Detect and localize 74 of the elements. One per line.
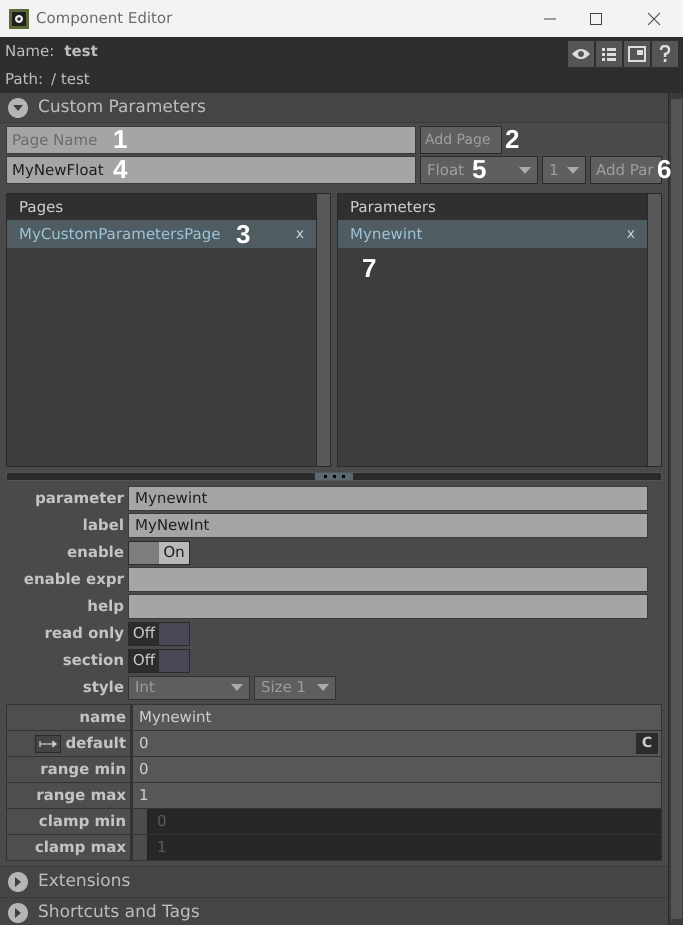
row-label: default bbox=[65, 733, 126, 754]
text-field[interactable] bbox=[128, 594, 648, 619]
caret-icon bbox=[317, 684, 329, 691]
caret-icon bbox=[231, 684, 243, 691]
maximize-icon[interactable] bbox=[589, 12, 603, 26]
toggle-state: Off bbox=[129, 650, 159, 672]
panel-header: Pages bbox=[7, 194, 316, 220]
toggle-state: On bbox=[159, 542, 189, 564]
help-icon[interactable] bbox=[652, 41, 678, 67]
splitter-handle[interactable] bbox=[6, 472, 662, 481]
component-path: / test bbox=[51, 68, 90, 90]
text-field[interactable] bbox=[128, 567, 648, 592]
remove-button[interactable]: x bbox=[296, 224, 304, 244]
field-label: style bbox=[82, 677, 125, 698]
collapse-icon[interactable] bbox=[8, 98, 28, 118]
callout-number: 4 bbox=[113, 154, 128, 184]
add-page-button[interactable]: Add Page bbox=[420, 126, 502, 154]
row-label: name bbox=[79, 707, 126, 728]
scrollbar[interactable] bbox=[316, 194, 330, 466]
window-icon[interactable] bbox=[624, 41, 650, 67]
checkbox[interactable] bbox=[133, 835, 148, 860]
field-label: read only bbox=[43, 623, 125, 644]
panel-header: Parameters bbox=[338, 194, 647, 220]
toggle-switch[interactable]: Off bbox=[128, 648, 190, 672]
expand-icon[interactable] bbox=[8, 903, 28, 923]
row-label: range min bbox=[40, 759, 126, 780]
value-cell[interactable]: 0 bbox=[133, 757, 661, 782]
name-label: Name: bbox=[5, 41, 54, 62]
text-field[interactable]: Mynewint bbox=[128, 486, 648, 511]
row-label: clamp min bbox=[38, 811, 126, 832]
list-icon[interactable] bbox=[596, 41, 622, 67]
section-header[interactable]: Extensions bbox=[0, 866, 668, 897]
toggle-switch[interactable]: Off bbox=[128, 622, 190, 646]
close-icon[interactable] bbox=[647, 12, 661, 26]
value-cell[interactable]: 1 bbox=[133, 783, 661, 808]
item-label: MyCustomParametersPage bbox=[19, 224, 220, 245]
caret-icon bbox=[567, 166, 579, 174]
caret-icon bbox=[519, 166, 531, 174]
field-label: enable bbox=[66, 542, 125, 564]
callout-number: 2 bbox=[505, 124, 520, 154]
row-label: clamp max bbox=[34, 837, 126, 858]
field-label: enable expr bbox=[22, 569, 125, 590]
path-label: Path: bbox=[5, 68, 44, 90]
expand-icon[interactable] bbox=[8, 872, 28, 892]
section-title: Custom Parameters bbox=[38, 96, 206, 119]
item-label: Mynewint bbox=[350, 224, 422, 245]
component-name: test bbox=[64, 41, 98, 62]
row-label: range max bbox=[36, 785, 126, 806]
field-label: parameter bbox=[34, 488, 125, 510]
remove-button[interactable]: x bbox=[626, 224, 635, 244]
value-cell[interactable]: 0 bbox=[139, 732, 149, 755]
app-icon bbox=[9, 8, 29, 28]
callout-number: 7 bbox=[362, 253, 376, 283]
window-title: Component Editor bbox=[36, 8, 174, 30]
eye-icon[interactable] bbox=[568, 41, 594, 67]
field-label: help bbox=[86, 596, 125, 618]
section-header[interactable]: Shortcuts and Tags bbox=[0, 897, 668, 925]
toggle-switch[interactable]: On bbox=[128, 540, 190, 564]
section-title: Shortcuts and Tags bbox=[38, 901, 200, 924]
callout-number: 1 bbox=[113, 124, 128, 154]
text-field[interactable]: MyNewInt bbox=[128, 513, 648, 538]
size-dropdown[interactable]: 1 bbox=[542, 156, 586, 184]
callout-number: 3 bbox=[236, 219, 250, 249]
scrollbar[interactable] bbox=[647, 194, 661, 466]
c-button[interactable]: C bbox=[636, 733, 658, 754]
section-title: Extensions bbox=[38, 870, 130, 894]
field-label: section bbox=[62, 650, 125, 672]
toggle-state: Off bbox=[129, 622, 159, 644]
callout-number: 5 bbox=[472, 154, 486, 184]
field-label: label bbox=[82, 515, 125, 536]
section-header[interactable]: Custom Parameters bbox=[0, 93, 668, 123]
value-cell[interactable]: Mynewint bbox=[133, 705, 661, 730]
list-item[interactable]: Mynewint x bbox=[338, 220, 647, 248]
checkbox[interactable] bbox=[133, 809, 148, 834]
